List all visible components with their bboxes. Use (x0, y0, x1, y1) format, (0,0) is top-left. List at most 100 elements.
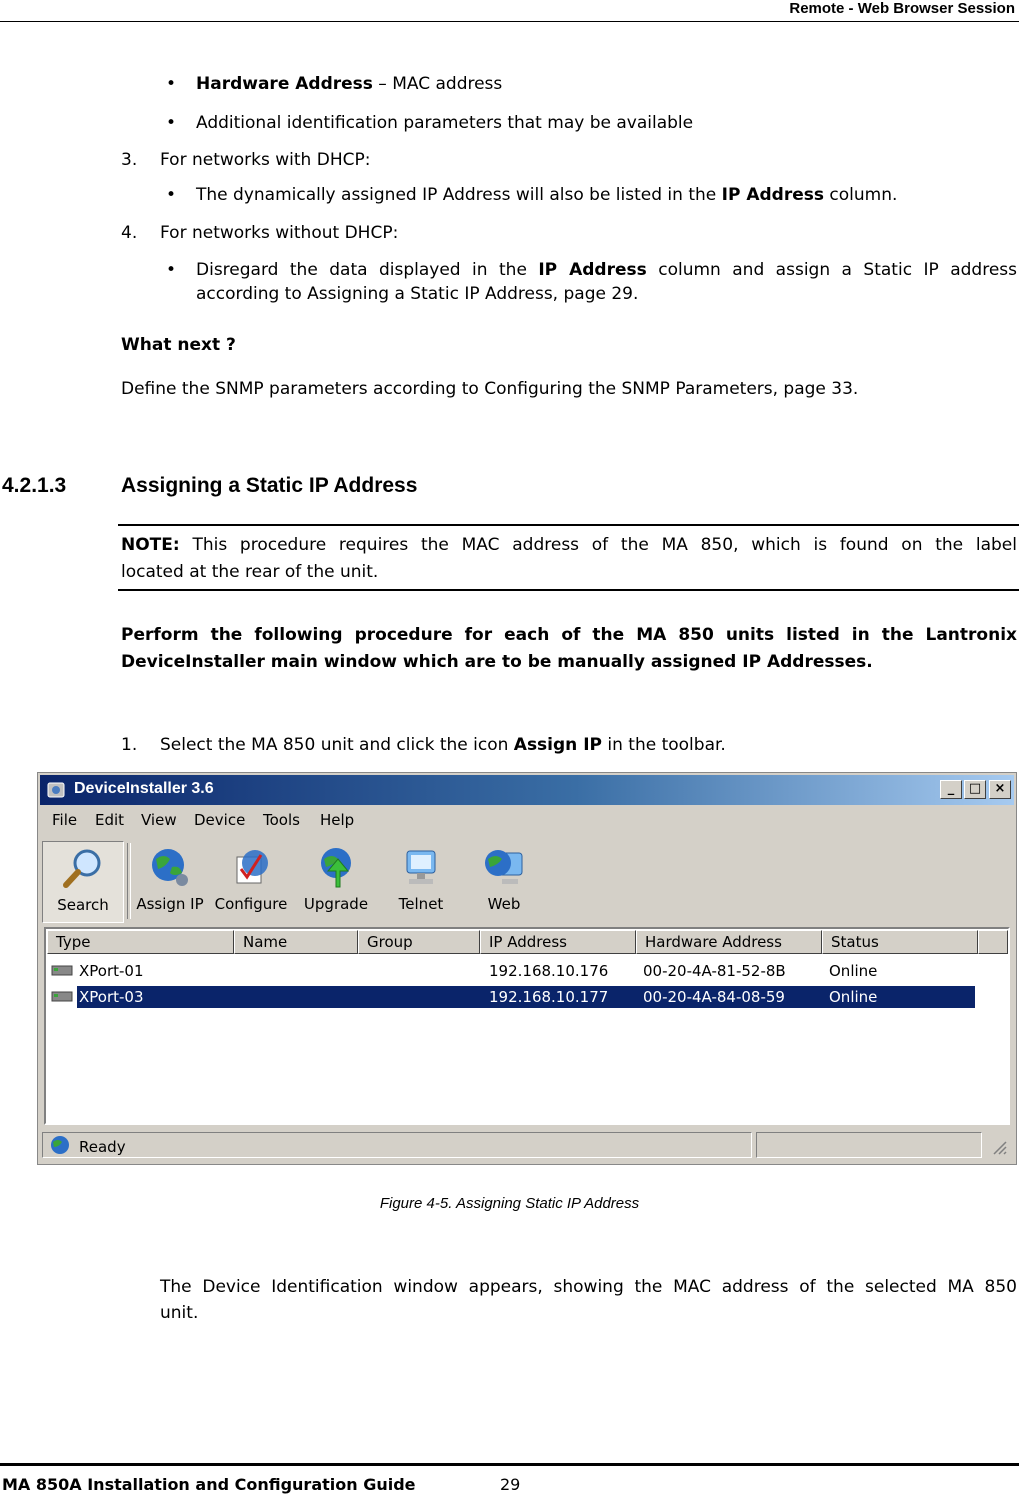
device-list: Type Name Group IP Address Hardware Addr… (44, 927, 1010, 1125)
step-4-bullet-icon: • (166, 260, 177, 280)
close-button[interactable]: × (989, 780, 1011, 799)
telnet-icon (406, 850, 436, 884)
step-1-post: in the toolbar. (601, 735, 726, 755)
globe-icon (51, 1136, 69, 1154)
step-4-bullet-bold: IP Address (538, 260, 647, 280)
maximize-button[interactable]: □ (964, 780, 986, 799)
menu-help[interactable]: Help (320, 811, 354, 829)
globe-icon (152, 849, 188, 886)
search-label: Search (57, 896, 109, 914)
step-1-text: Select the MA 850 unit and click the ico… (160, 735, 726, 755)
step-3-bullet-icon: • (166, 185, 177, 205)
note-line1: NOTE: This procedure requires the MAC ad… (121, 535, 1017, 555)
step-3-bullet-pre: The dynamically assigned IP Address will… (196, 185, 722, 205)
step-1-bold: Assign IP (513, 735, 602, 755)
step-4-bullet-line2: according to Assigning a Static IP Addre… (196, 284, 639, 304)
upgrade-label: Upgrade (303, 895, 369, 913)
bullet-icon: • (166, 74, 177, 94)
web-label: Web (487, 895, 521, 913)
column-ip-address[interactable]: IP Address (480, 930, 636, 954)
web-icon (485, 850, 523, 884)
search-icon (63, 849, 101, 888)
bullet-hardware-address: • (166, 74, 176, 94)
what-next-text: Define the SNMP parameters according to … (121, 379, 859, 399)
step-4-text: For networks without DHCP: (160, 223, 399, 243)
footer-title: MA 850A Installation and Configuration G… (2, 1475, 416, 1494)
status-bar: Ready (42, 1130, 1012, 1160)
cell-status: Online (829, 988, 878, 1006)
menu-device[interactable]: Device (194, 811, 245, 829)
step-1-number: 1. (121, 735, 138, 755)
header-title: Remote - Web Browser Session (789, 0, 1015, 17)
step-4-bullet-line1: Disregard the data displayed in the IP A… (196, 260, 1017, 280)
step-3-bullet-bold: IP Address (721, 185, 824, 205)
step-4-bullet-pre: Disregard the data displayed in the (196, 260, 539, 280)
status-text: Ready (79, 1138, 126, 1156)
column-type[interactable]: Type (47, 930, 234, 954)
table-row-selected[interactable]: XPort-03 192.168.10.177 00-20-4A-84-08-5… (47, 986, 977, 1008)
instruction-line2: DeviceInstaller main window which are to… (121, 652, 873, 672)
configure-icon (236, 850, 268, 884)
title-bar[interactable]: DeviceInstaller 3.6 _ □ × (40, 775, 1014, 805)
menu-edit[interactable]: Edit (95, 811, 124, 829)
configure-label: Configure (214, 895, 288, 913)
after-text-line2: unit. (160, 1303, 199, 1323)
cell-type: XPort-03 (79, 988, 144, 1006)
cell-mac: 00-20-4A-81-52-8B (643, 962, 786, 980)
note-top-rule (118, 524, 1019, 526)
minimize-button[interactable]: _ (940, 780, 962, 799)
app-icon (47, 782, 65, 798)
column-group[interactable]: Group (358, 930, 480, 954)
cell-ip: 192.168.10.177 (489, 988, 609, 1006)
network-device-icon (51, 991, 73, 1002)
page-header: Remote - Web Browser Session (0, 0, 1019, 22)
toolbar: Search Assign IP Configure Upgrade Telne… (42, 839, 1012, 923)
assign-ip-button[interactable]: Assign IP (130, 841, 210, 921)
bullet-text: – MAC address (372, 74, 503, 94)
table-row[interactable]: XPort-01 192.168.10.176 00-20-4A-81-52-8… (47, 960, 977, 982)
step-1-pre: Select the MA 850 unit and click the ico… (160, 735, 514, 755)
after-text-line1: The Device Identification window appears… (160, 1277, 1017, 1297)
cell-mac: 00-20-4A-84-08-59 (643, 988, 785, 1006)
note-line2: located at the rear of the unit. (121, 562, 379, 582)
step-4-number: 4. (121, 223, 138, 243)
deviceinstaller-window: DeviceInstaller 3.6 _ □ × File Edit View… (37, 772, 1017, 1165)
footer-page-number: 29 (500, 1475, 521, 1494)
status-panel-main: Ready (42, 1132, 752, 1158)
step-4-bullet-post: column and assign a Static IP address (646, 260, 1017, 280)
cell-status: Online (829, 962, 878, 980)
bullet-hardware-address-text: Hardware Address – MAC address (196, 74, 502, 94)
bullet-bold: Hardware Address (196, 74, 373, 94)
column-hardware-address[interactable]: Hardware Address (636, 930, 822, 954)
configure-button[interactable]: Configure (210, 841, 292, 921)
menu-view[interactable]: View (141, 811, 177, 829)
bullet-additional: • (166, 113, 176, 133)
bullet-icon: • (166, 113, 177, 133)
resize-grip-icon[interactable] (990, 1138, 1008, 1156)
column-name[interactable]: Name (234, 930, 358, 954)
menu-tools[interactable]: Tools (263, 811, 300, 829)
upgrade-icon (321, 848, 351, 888)
note-text: This procedure requires the MAC address … (179, 535, 1017, 555)
step-3-bullet-text: The dynamically assigned IP Address will… (196, 185, 897, 205)
telnet-button[interactable]: Telnet (388, 841, 454, 921)
column-filler (978, 930, 1008, 954)
cell-type: XPort-01 (79, 962, 144, 980)
window-title: DeviceInstaller 3.6 (74, 780, 214, 797)
note-bottom-rule (118, 589, 1019, 591)
search-button[interactable]: Search (42, 841, 124, 923)
telnet-label: Telnet (398, 895, 444, 913)
step-3-bullet-post: column. (824, 185, 898, 205)
upgrade-button[interactable]: Upgrade (298, 841, 374, 921)
assign-ip-label: Assign IP (136, 895, 204, 913)
cell-ip: 192.168.10.176 (489, 962, 609, 980)
menu-file[interactable]: File (52, 811, 77, 829)
web-button[interactable]: Web (474, 841, 534, 921)
status-panel-secondary (756, 1132, 982, 1158)
footer-rule (0, 1463, 1019, 1466)
bullet-additional-text: Additional identification parameters tha… (196, 113, 694, 133)
what-next-heading: What next ? (121, 335, 236, 355)
column-status[interactable]: Status (822, 930, 978, 954)
step-3-text: For networks with DHCP: (160, 150, 371, 170)
note-label: NOTE: (121, 535, 180, 555)
